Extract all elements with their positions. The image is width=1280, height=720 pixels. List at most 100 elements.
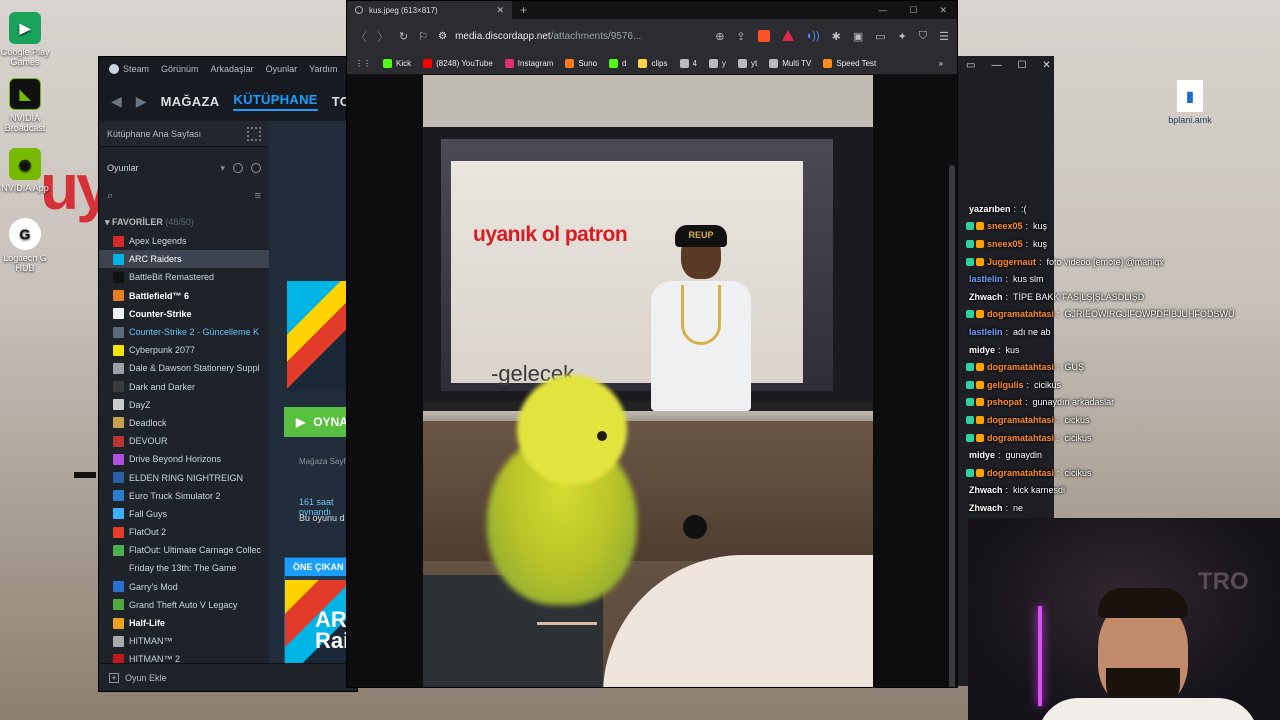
chat-username[interactable]: sneex05 xyxy=(987,221,1023,231)
sidebar-icon[interactable]: ▣ xyxy=(853,30,863,43)
reload-icon[interactable]: ↻ xyxy=(399,30,408,43)
bookmark-item[interactable]: d xyxy=(609,59,626,68)
maximize-icon[interactable]: ☐ xyxy=(909,5,917,16)
back-arrow-icon[interactable]: ◀ xyxy=(111,93,122,110)
game-list-item[interactable]: FlatOut: Ultimate Carnage Collec xyxy=(99,541,269,559)
back-icon[interactable]: 〈 xyxy=(355,28,367,45)
game-list-item[interactable]: FlatOut 2 xyxy=(99,523,269,541)
steam-menu-steam[interactable]: Steam xyxy=(109,64,149,75)
bookmark-item[interactable]: Speed Test xyxy=(823,59,876,68)
bookmark-item[interactable]: Kick xyxy=(383,59,411,68)
chat-username[interactable]: dogramatahtasi xyxy=(987,415,1054,425)
game-list-item[interactable]: Counter-Strike 2 - Güncelleme K xyxy=(99,323,269,341)
chat-username[interactable]: midye xyxy=(969,345,995,355)
games-filter-dropdown[interactable]: Oyunlar ▾ xyxy=(99,155,269,181)
chat-username[interactable]: Zhwach xyxy=(969,503,1003,513)
chat-username[interactable]: lastlelin xyxy=(969,274,1003,284)
library-search[interactable]: ⌕ ≡ xyxy=(107,185,261,207)
bookmark-item[interactable]: Instagram xyxy=(504,59,553,68)
game-list-item[interactable]: ELDEN RING NIGHTREIGN xyxy=(99,468,269,486)
bookmark-item[interactable]: Multi TV xyxy=(769,59,811,68)
game-list-item[interactable]: Cyberpunk 2077 xyxy=(99,341,269,359)
grid-view-icon[interactable] xyxy=(247,126,261,141)
forward-arrow-icon[interactable]: ▶ xyxy=(136,93,147,110)
bookmark-item[interactable]: Suno xyxy=(565,59,597,68)
steam-menu-help[interactable]: Yardım xyxy=(309,64,337,74)
extensions-icon[interactable]: ✱ xyxy=(832,30,841,43)
tab-store[interactable]: MAĞAZA xyxy=(161,94,220,109)
wallet-icon[interactable]: ▭ xyxy=(875,30,885,43)
menu-icon[interactable]: ☰ xyxy=(939,30,949,43)
bookmark-item[interactable]: (8248) YouTube xyxy=(423,59,493,68)
brave-rewards-icon[interactable] xyxy=(781,29,794,41)
desktop-shortcut-nvidia-app[interactable]: ◉ NVIDIA App xyxy=(0,148,55,193)
game-list-item[interactable]: Battlefield™ 6 xyxy=(99,287,269,305)
add-game-button[interactable]: + Oyun Ekle xyxy=(99,663,357,691)
favorites-header[interactable]: ▾ FAVORİLER (48/50) xyxy=(99,217,269,228)
game-list-item[interactable]: DayZ xyxy=(99,396,269,414)
game-list-item[interactable]: Grand Theft Auto V Legacy xyxy=(99,596,269,614)
game-list-item[interactable]: Fall Guys xyxy=(99,505,269,523)
chat-username[interactable]: Zhwach xyxy=(969,292,1003,302)
desktop-shortcut-nvidia-broadcast[interactable]: ◣ NVIDIA Broadcast xyxy=(0,78,55,133)
site-info-icon[interactable]: ⚙ xyxy=(438,31,447,42)
game-list-item[interactable]: Apex Legends xyxy=(99,232,269,250)
play-filter-icon[interactable] xyxy=(251,163,261,173)
tab-library[interactable]: KÜTÜPHANE xyxy=(233,92,318,111)
close-icon[interactable]: ✕ xyxy=(939,5,947,16)
window-thumb-icon[interactable]: ▭ xyxy=(966,60,975,71)
chat-username[interactable]: sneex05 xyxy=(987,239,1023,249)
desktop-shortcut-logitech-ghub[interactable]: G Logitech G HUB xyxy=(0,218,55,273)
speaker-icon[interactable]: ◖)) xyxy=(806,30,820,43)
leo-icon[interactable]: ✦ xyxy=(898,30,907,43)
bookmark-icon[interactable]: ⚐ xyxy=(418,30,428,43)
share-icon[interactable]: ⇪ xyxy=(736,30,745,43)
game-list-item[interactable]: Counter-Strike xyxy=(99,305,269,323)
new-tab-icon[interactable]: + xyxy=(520,3,527,17)
chat-username[interactable]: dogramatahtasi xyxy=(987,468,1054,478)
vpn-icon[interactable]: ⛉ xyxy=(919,30,927,43)
game-list-item[interactable]: BattleBit Remastered xyxy=(99,268,269,286)
chat-username[interactable]: dogramatahtasi xyxy=(987,362,1054,372)
close-tab-icon[interactable]: ✕ xyxy=(496,5,504,16)
game-list-item[interactable]: DEVOUR xyxy=(99,432,269,450)
steam-menu-games[interactable]: Oyunlar xyxy=(266,64,298,74)
minimize-icon[interactable]: — xyxy=(878,5,887,16)
bookmark-item[interactable]: yt xyxy=(737,59,757,68)
scrollbar[interactable] xyxy=(949,165,955,687)
library-home-link[interactable]: Kütüphane Ana Sayfası xyxy=(99,121,269,147)
minimize-icon[interactable]: — xyxy=(991,60,1001,71)
filter-lines-icon[interactable]: ≡ xyxy=(255,190,261,202)
game-list-item[interactable]: Dark and Darker xyxy=(99,378,269,396)
chat-username[interactable]: lastlelin xyxy=(969,327,1003,337)
chat-username[interactable]: Juggernaut xyxy=(987,257,1036,267)
chat-username[interactable]: Zhwach xyxy=(969,485,1003,495)
parakeet-photo[interactable]: uyanık ol patron -gelecek REUP xyxy=(423,75,873,687)
brave-shields-icon[interactable] xyxy=(757,29,770,42)
recent-clock-icon[interactable] xyxy=(233,163,243,173)
game-list-item[interactable]: Garry's Mod xyxy=(99,578,269,596)
game-list-item[interactable]: Dale & Dawson Stationery Suppl xyxy=(99,359,269,377)
game-list-item[interactable]: Half-Life xyxy=(99,614,269,632)
chat-username[interactable]: geligulis xyxy=(987,380,1024,390)
bookmark-item[interactable]: clips xyxy=(638,59,668,68)
zoom-icon[interactable]: ⊕ xyxy=(715,30,724,43)
more-bookmarks-icon[interactable]: » xyxy=(939,59,943,68)
chat-username[interactable]: pshopat xyxy=(987,397,1022,407)
game-list-item[interactable]: HITMAN™ xyxy=(99,632,269,650)
chat-username[interactable]: yazarıben xyxy=(969,204,1011,214)
game-list-item[interactable]: ARC Raiders xyxy=(99,250,269,269)
bookmark-item[interactable]: 4 xyxy=(679,59,697,68)
steam-menu-view[interactable]: Görünüm xyxy=(161,64,199,74)
desktop-shortcut-bplani[interactable]: ▮ bplani.amk xyxy=(1160,80,1220,125)
url-field[interactable]: ⚙ media.discordapp.net/attachments/9576.… xyxy=(438,31,641,42)
apps-grid-icon[interactable]: ⋮⋮ xyxy=(355,59,371,68)
close-icon[interactable]: ✕ xyxy=(1042,60,1050,71)
browser-tab[interactable]: kus.jpeg (613×817) ✕ xyxy=(347,1,512,19)
game-list-item[interactable]: Drive Beyond Horizons xyxy=(99,450,269,468)
maximize-icon[interactable]: ☐ xyxy=(1017,60,1026,71)
chat-username[interactable]: dogramatahtasi xyxy=(987,433,1054,443)
bookmark-item[interactable]: y xyxy=(708,59,726,68)
game-list-item[interactable]: Deadlock xyxy=(99,414,269,432)
chat-username[interactable]: midye xyxy=(969,450,995,460)
